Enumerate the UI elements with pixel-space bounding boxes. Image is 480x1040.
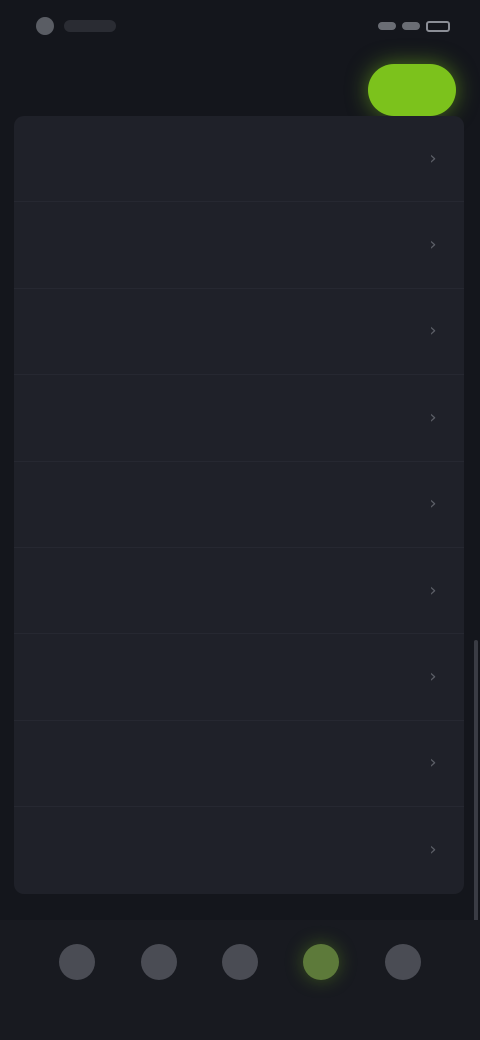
nav-icon <box>384 944 421 980</box>
bottom-nav <box>0 920 480 1040</box>
settings-list: › › › › › › › › › <box>14 116 464 894</box>
chevron-right-icon: › <box>429 839 437 861</box>
list-item[interactable]: › <box>14 807 464 893</box>
primary-action-button[interactable] <box>368 64 456 116</box>
chevron-right-icon: › <box>429 406 437 428</box>
app-screen: › › › › › › › › › <box>0 0 480 1040</box>
list-item[interactable]: › <box>14 634 464 721</box>
nav-icon <box>221 944 258 980</box>
chevron-right-icon: › <box>429 579 437 601</box>
nav-item-1[interactable] <box>49 944 105 1016</box>
chevron-right-icon: › <box>429 493 437 515</box>
chevron-right-icon: › <box>429 666 437 688</box>
nav-icon <box>140 944 177 980</box>
chevron-right-icon: › <box>429 147 437 169</box>
list-item[interactable]: › <box>14 289 464 376</box>
chevron-right-icon: › <box>429 752 437 774</box>
status-left <box>36 17 116 35</box>
status-bar <box>0 0 480 52</box>
status-right <box>378 20 450 32</box>
scrollbar[interactable] <box>474 640 478 940</box>
chevron-right-icon: › <box>429 320 437 342</box>
chevron-right-icon: › <box>429 234 437 256</box>
battery-icon <box>426 20 450 32</box>
nav-icon <box>303 944 340 980</box>
list-item[interactable]: › <box>14 375 464 462</box>
nav-item-4-active[interactable] <box>293 944 349 1016</box>
nav-item-3[interactable] <box>212 944 268 1016</box>
status-time <box>64 20 116 32</box>
nav-item-2[interactable] <box>131 944 187 1016</box>
signal-icon <box>378 22 396 30</box>
wifi-icon <box>402 22 420 30</box>
list-item[interactable]: › <box>14 721 464 808</box>
list-item[interactable]: › <box>14 462 464 548</box>
nav-item-5[interactable] <box>375 944 431 1016</box>
app-indicator-icon <box>36 17 54 35</box>
list-item[interactable]: › <box>14 116 464 203</box>
nav-icon <box>59 944 96 980</box>
list-item[interactable]: › <box>14 548 464 635</box>
list-item[interactable]: › <box>14 202 464 289</box>
